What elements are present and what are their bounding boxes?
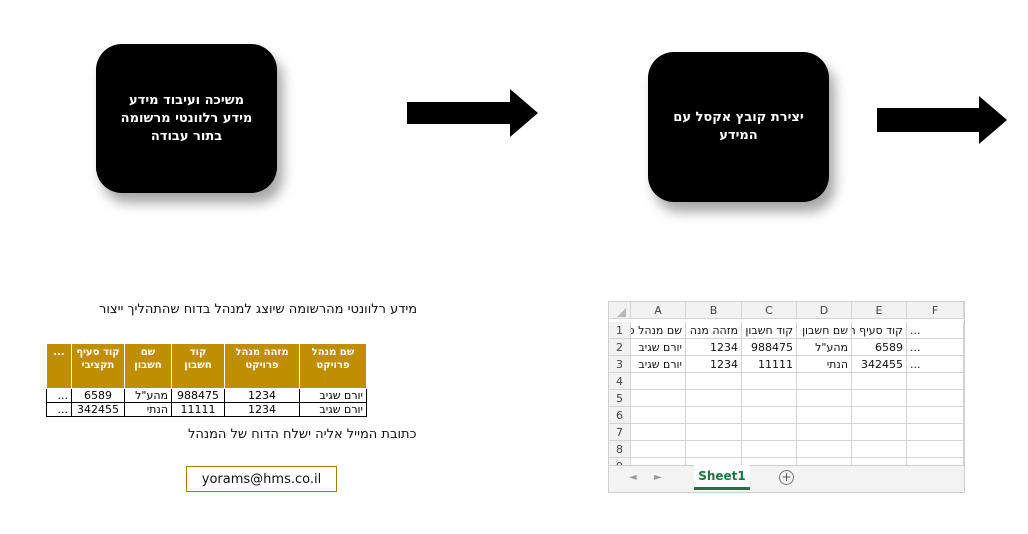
table-cell: ... [46, 402, 72, 417]
table-row: יורם שגיב 1234 11111 הנתי 342455 ... [46, 402, 367, 417]
table-cell: הנתי [124, 402, 172, 417]
sheet-cell[interactable]: יורם שגיב [631, 356, 686, 373]
row-number[interactable]: 8 [609, 441, 631, 458]
excel-spreadsheet: A B C D E F 1 שם מנהל פ מזהה מנה קוד חשב… [608, 301, 965, 493]
table-row: יורם שגיב 1234 988475 מהע"ל 6589 ... [46, 388, 367, 403]
sheet-tab-bar: ◄ ► Sheet1 + [609, 465, 964, 492]
sheet-cell[interactable]: 6589 [852, 339, 907, 356]
sheet-cell[interactable]: קוד חשבון [742, 322, 797, 339]
sheet-cell[interactable]: 1234 [686, 356, 742, 373]
arrow-right-icon [877, 96, 1007, 144]
column-header: קוד חשבון [171, 343, 225, 389]
column-header-a[interactable]: A [631, 302, 686, 319]
sheet-cell[interactable]: 342455 [852, 356, 907, 373]
row-number[interactable]: 2 [609, 339, 631, 356]
sheet-cell[interactable]: הנתי [797, 356, 852, 373]
arrow-right-icon [407, 89, 538, 137]
sheet-tab[interactable]: Sheet1 [694, 465, 750, 490]
select-all-corner[interactable] [609, 302, 631, 319]
email-caption: כתובת המייל אליה ישלח הדוח של המנהל [188, 427, 417, 442]
sheet-row: 8 [609, 441, 964, 458]
row-number[interactable]: 5 [609, 390, 631, 407]
table-cell: 988475 [171, 388, 225, 403]
email-address-box: yorams@hms.co.il [186, 466, 337, 492]
table-cell: מהע"ל [124, 388, 172, 403]
step-box-2: יצירת קובץ אקסל עם המידע [648, 52, 829, 202]
column-header: קוד סעיף תקציבי [71, 343, 125, 389]
scroll-right-icon[interactable]: ► [654, 472, 662, 483]
column-header: שם חשבון [124, 343, 172, 389]
column-header-row: A B C D E F [609, 302, 964, 319]
sheet-row: 6 [609, 407, 964, 424]
sheet-cell[interactable]: ... [907, 339, 964, 356]
column-header: מזהה מנהל פרויקט [224, 343, 300, 389]
row-number[interactable]: 1 [609, 322, 631, 339]
table-cell: 1234 [224, 388, 300, 403]
table-cell: יורם שגיב [299, 402, 367, 417]
step-box-1: משיכה ועיבוד מידע מידע רלוונטי מרשומה בת… [96, 44, 277, 193]
sheet-cell[interactable]: 1234 [686, 339, 742, 356]
sheet-row: 1 שם מנהל פ מזהה מנה קוד חשבון שם חשבון … [609, 322, 964, 339]
table-cell: יורם שגיב [299, 388, 367, 403]
row-number[interactable]: 3 [609, 356, 631, 373]
sheet-row: 2 יורם שגיב 1234 988475 מהע"ל 6589 ... [609, 339, 964, 356]
table-header-row: שם מנהל פרויקט מזהה מנהל פרויקט קוד חשבו… [46, 343, 367, 389]
column-header-d[interactable]: D [797, 302, 852, 319]
sheet-cell[interactable]: 11111 [742, 356, 797, 373]
sheet-cell[interactable]: שם מנהל פ [631, 322, 686, 339]
table-cell: ... [46, 388, 72, 403]
report-caption: מידע רלוונטי מהרשומה שיוצג למנהל בדוח שה… [99, 302, 418, 317]
sheet-row: 5 [609, 390, 964, 407]
table-cell: 6589 [71, 388, 125, 403]
table-cell: 342455 [71, 402, 125, 417]
sheet-cell[interactable]: 988475 [742, 339, 797, 356]
row-number[interactable]: 6 [609, 407, 631, 424]
row-number[interactable]: 7 [609, 424, 631, 441]
sheet-cell[interactable]: ... [907, 322, 964, 339]
column-header-e[interactable]: E [852, 302, 907, 319]
column-header-c[interactable]: C [742, 302, 797, 319]
add-sheet-icon[interactable]: + [779, 470, 794, 485]
column-header: שם מנהל פרויקט [299, 343, 367, 389]
sheet-row: 3 יורם שגיב 1234 11111 הנתי 342455 ... [609, 356, 964, 373]
table-cell: 11111 [171, 402, 225, 417]
table-cell: 1234 [224, 402, 300, 417]
row-number[interactable]: 4 [609, 373, 631, 390]
sheet-cell[interactable]: מהע"ל [797, 339, 852, 356]
sheet-cell[interactable]: ... [907, 356, 964, 373]
scroll-left-icon[interactable]: ◄ [629, 472, 637, 483]
report-table: שם מנהל פרויקט מזהה מנהל פרויקט קוד חשבו… [46, 343, 367, 417]
sheet-cell[interactable]: מזהה מנה [686, 322, 742, 339]
email-address: yorams@hms.co.il [201, 471, 322, 487]
column-header-f[interactable]: F [907, 302, 964, 319]
column-header-b[interactable]: B [686, 302, 742, 319]
step-1-text: משיכה ועיבוד מידע מידע רלוונטי מרשומה בת… [120, 92, 253, 144]
sheet-cell[interactable]: שם חשבון [797, 322, 852, 339]
sheet-cell[interactable]: יורם שגיב [631, 339, 686, 356]
sheet-cell[interactable]: קוד סעיף ת [852, 322, 907, 339]
column-header: ... [46, 343, 72, 389]
step-2-text: יצירת קובץ אקסל עם המידע [673, 110, 804, 143]
sheet-row: 4 [609, 373, 964, 390]
sheet-row: 7 [609, 424, 964, 441]
